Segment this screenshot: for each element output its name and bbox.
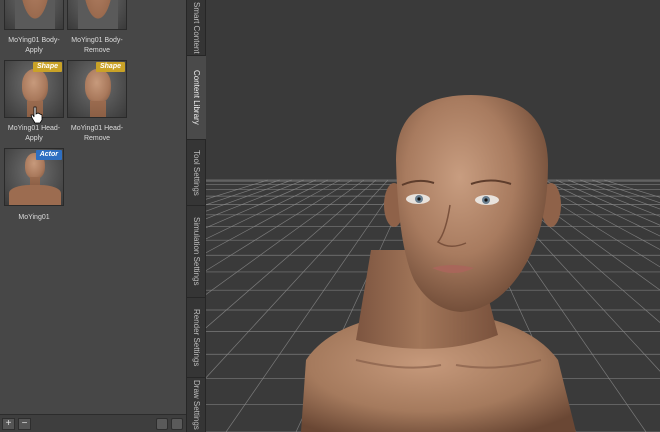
options-icon[interactable]: [171, 418, 183, 430]
figure-thumbnail-image: [15, 0, 55, 29]
library-toolbar: + −: [0, 414, 186, 432]
thumbnail-head-remove[interactable]: Shape: [67, 60, 127, 118]
thumbnail-body-remove[interactable]: [67, 0, 127, 30]
tab-smart-content[interactable]: Smart Content: [187, 0, 206, 56]
tab-simulation-settings[interactable]: Simulation Settings: [187, 206, 206, 298]
item-label-body-apply[interactable]: MoYing01 Body- Apply: [0, 36, 69, 56]
face-thumbnail-image: [85, 69, 111, 103]
panel-tab-strip: Smart Content Content Library Tool Setti…: [186, 0, 206, 432]
3d-viewport[interactable]: [206, 0, 660, 432]
shape-badge: Shape: [95, 62, 125, 72]
item-label-actor[interactable]: MoYing01: [0, 213, 69, 223]
tab-render-settings[interactable]: Render Settings: [187, 298, 206, 378]
tab-content-library[interactable]: Content Library: [187, 56, 206, 140]
actor-badge: Actor: [35, 150, 62, 160]
item-label-head-apply[interactable]: MoYing01 Head- Apply: [0, 124, 69, 144]
thumbnail-body-apply[interactable]: [4, 0, 64, 30]
tab-draw-settings[interactable]: Draw Settings: [187, 378, 206, 432]
face-thumbnail-image: [22, 69, 48, 103]
hand-cursor-icon: [30, 106, 43, 124]
thumbnail-actor[interactable]: Actor: [4, 148, 64, 206]
mouse-icon[interactable]: [156, 418, 168, 430]
item-label-body-remove[interactable]: MoYing01 Body- Remove: [62, 36, 132, 56]
remove-button[interactable]: −: [18, 418, 31, 430]
tab-tool-settings[interactable]: Tool Settings: [187, 140, 206, 206]
add-button[interactable]: +: [2, 418, 15, 430]
content-library-pane: MoYing01 Body- Apply MoYing01 Body- Remo…: [0, 0, 186, 432]
3d-figure-model: [301, 95, 576, 432]
figure-thumbnail-image: [78, 0, 118, 29]
shape-badge: Shape: [32, 62, 62, 72]
item-label-head-remove[interactable]: MoYing01 Head- Remove: [62, 124, 132, 144]
